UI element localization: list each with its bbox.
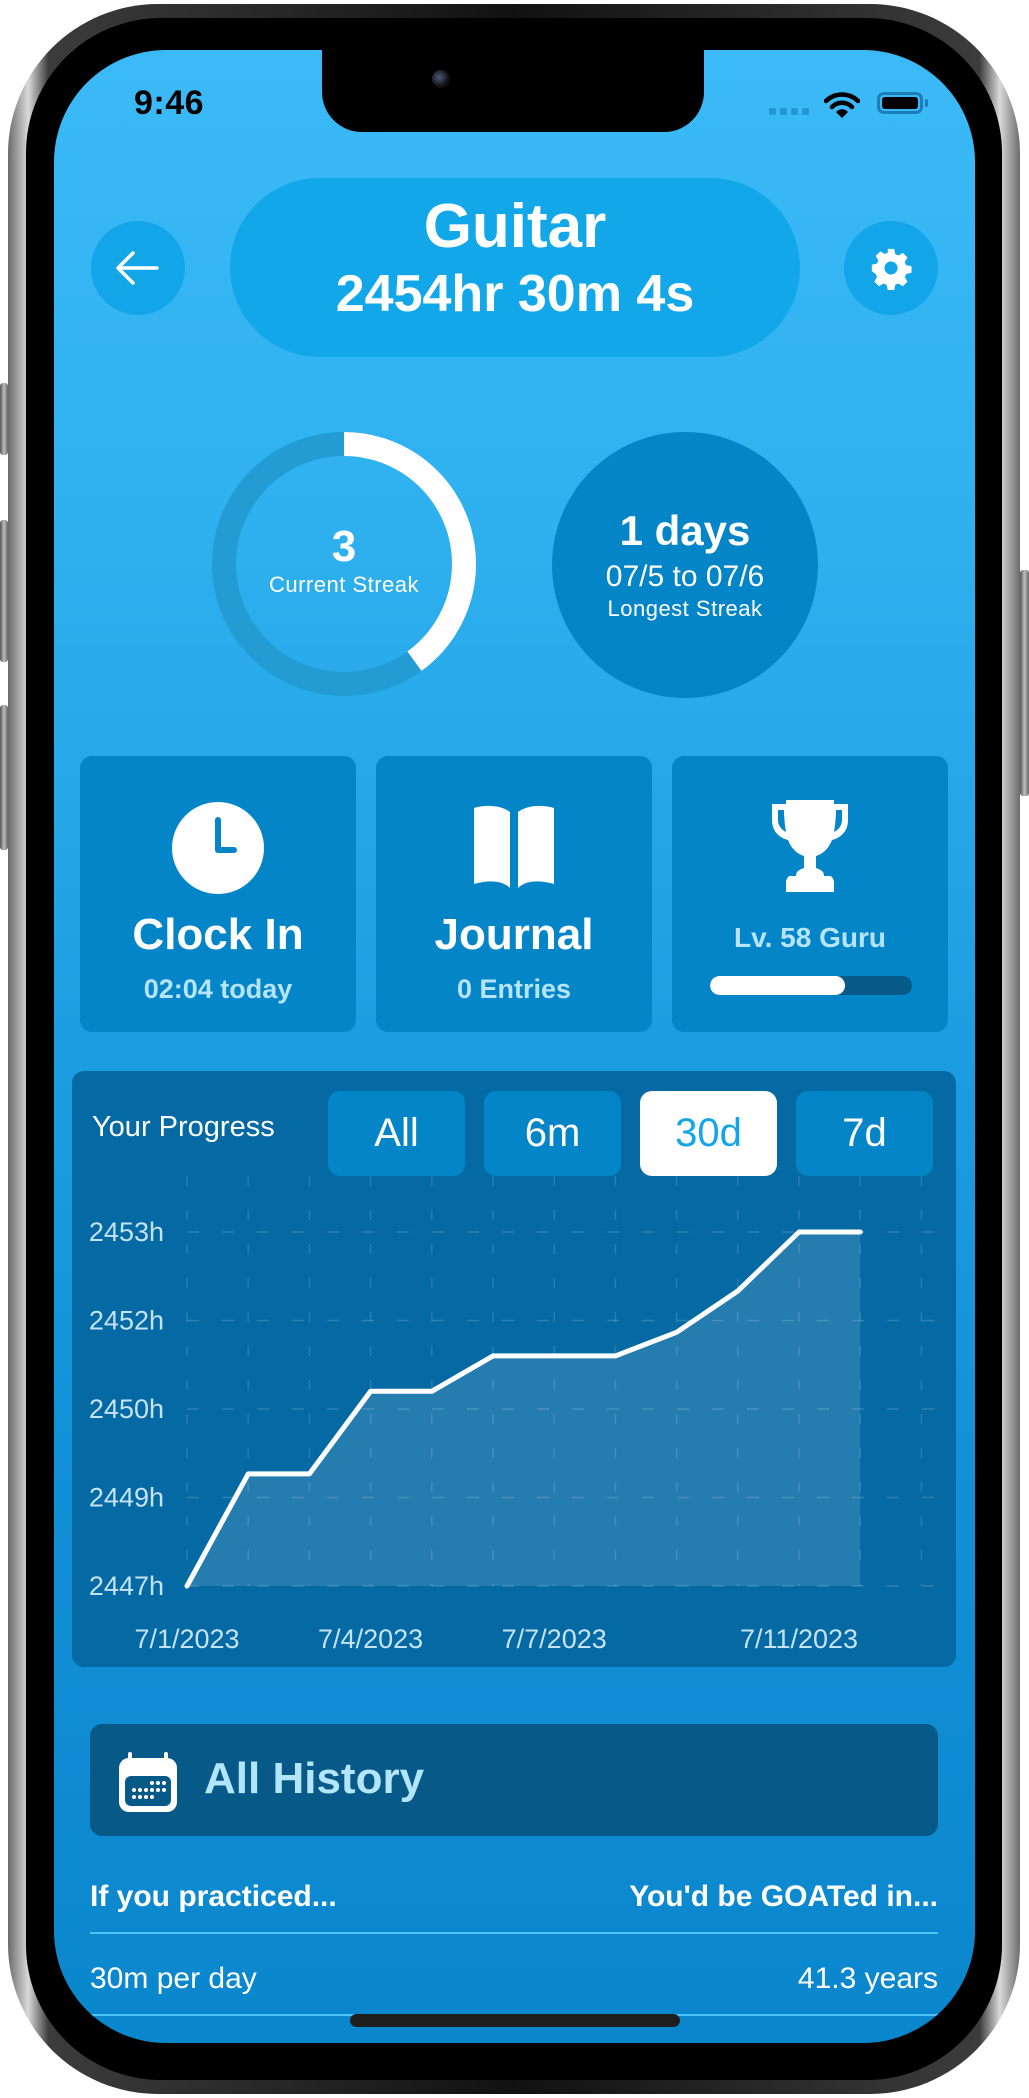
journal-button[interactable]: Journal 0 Entries bbox=[376, 756, 652, 1032]
arrow-left-icon bbox=[116, 251, 159, 285]
camera-icon bbox=[432, 70, 450, 88]
y-tick-label: 2450h bbox=[89, 1394, 164, 1424]
goat-row-years: 41.3 years bbox=[797, 1962, 938, 1995]
activity-header: Guitar 2454hr 30m 4s bbox=[230, 178, 800, 357]
back-button[interactable] bbox=[91, 221, 185, 315]
settings-button[interactable] bbox=[844, 221, 938, 315]
longest-streak-label: Longest Streak bbox=[607, 596, 763, 621]
journal-entries: 0 Entries bbox=[456, 974, 572, 1004]
longest-streak-badge: 1 days 07/5 to 07/6 Longest Streak bbox=[552, 432, 818, 698]
volume-up-button bbox=[0, 520, 8, 662]
goat-header-right: You'd be GOATed in... bbox=[629, 1880, 938, 1913]
app-screen: 9:46 Guitar 2454hr 30m 4s 3 Current Stre… bbox=[54, 50, 975, 2043]
battery-icon bbox=[877, 92, 923, 114]
longest-streak-value: 1 days bbox=[619, 507, 751, 554]
gear-icon bbox=[871, 248, 912, 291]
level-label: Lv. 58 Guru bbox=[734, 922, 886, 953]
clock-icon bbox=[172, 802, 264, 894]
wifi-icon bbox=[824, 92, 860, 118]
progress-chart: 2447h 2449h 2450h 2452h 2453h 7/1/2023 7/4/202… bbox=[89, 1176, 942, 1654]
calendar-icon bbox=[119, 1752, 177, 1812]
book-icon bbox=[474, 805, 554, 888]
y-tick-label: 2447h bbox=[89, 1571, 164, 1601]
journal-label: Journal bbox=[434, 910, 594, 959]
longest-streak-range: 07/5 to 07/6 bbox=[605, 560, 765, 593]
clock-in-button[interactable]: Clock In 02:04 today bbox=[80, 756, 356, 1032]
goat-header-left: If you practiced... bbox=[90, 1880, 337, 1913]
notch bbox=[322, 50, 704, 132]
level-card[interactable]: Lv. 58 Guru bbox=[672, 756, 948, 1032]
cellular-signal-icon bbox=[769, 108, 809, 115]
x-tick-label: 7/4/2023 bbox=[318, 1624, 423, 1654]
current-streak-label: Current Streak bbox=[268, 572, 420, 597]
x-tick-label: 7/11/2023 bbox=[740, 1624, 858, 1654]
goat-row-practice: 30m per day bbox=[90, 1962, 257, 1995]
current-streak-ring: 3 Current Streak bbox=[210, 430, 478, 698]
area-fill bbox=[187, 1232, 861, 1586]
all-history-label: All History bbox=[204, 1754, 425, 1803]
total-time: 2454hr 30m 4s bbox=[335, 265, 695, 323]
y-tick-label: 2452h bbox=[89, 1306, 164, 1336]
level-progress-fill bbox=[710, 976, 846, 995]
power-button bbox=[1020, 570, 1029, 796]
x-tick-label: 7/7/2023 bbox=[502, 1624, 607, 1654]
progress-chart-card: Your Progress All 6m 30d 7d 2447h 2449h 24… bbox=[72, 1071, 956, 1667]
battery-tip bbox=[925, 99, 928, 107]
table-divider bbox=[90, 1932, 938, 1934]
all-history-button[interactable]: All History bbox=[90, 1724, 938, 1836]
trophy-icon bbox=[772, 800, 848, 892]
level-progress-bar bbox=[710, 976, 912, 995]
activity-title: Guitar bbox=[423, 192, 607, 261]
clock-in-today: 02:04 today bbox=[143, 974, 293, 1004]
home-indicator[interactable] bbox=[350, 2014, 680, 2027]
x-tick-label: 7/1/2023 bbox=[134, 1624, 239, 1654]
current-streak-value: 3 bbox=[331, 522, 357, 571]
clock-in-label: Clock In bbox=[132, 910, 304, 959]
status-time: 9:46 bbox=[134, 84, 205, 122]
y-tick-label: 2449h bbox=[89, 1483, 164, 1513]
mute-switch bbox=[0, 383, 8, 455]
y-tick-label: 2453h bbox=[89, 1217, 164, 1247]
volume-down-button bbox=[0, 705, 8, 850]
